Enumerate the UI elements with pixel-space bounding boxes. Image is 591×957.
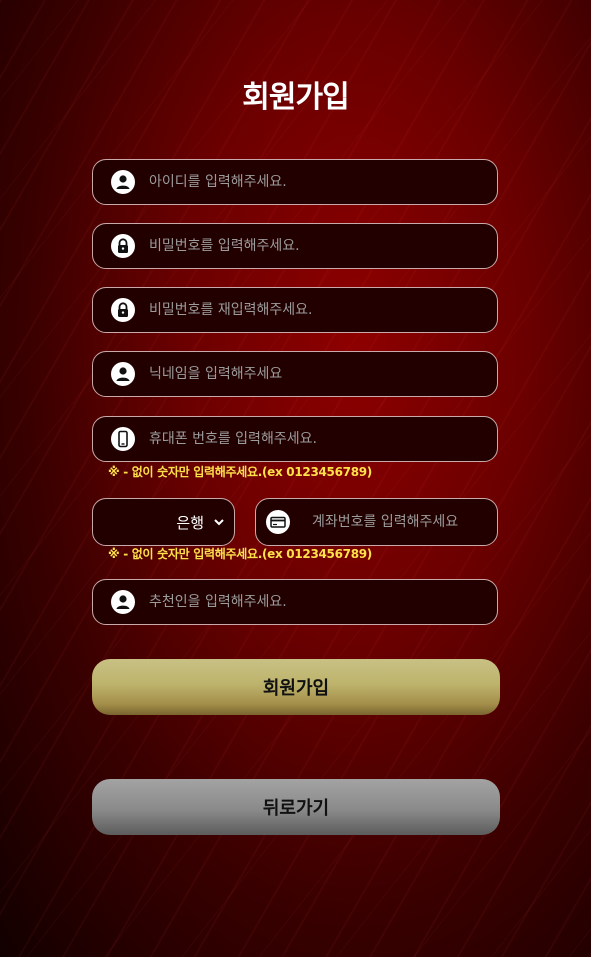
page-title: 회원가입 (242, 80, 349, 115)
lock-icon (111, 234, 135, 258)
referrer-field[interactable] (92, 579, 498, 625)
card-icon (266, 510, 290, 534)
password-confirm-input[interactable] (149, 302, 469, 318)
nickname-field[interactable] (92, 351, 498, 397)
account-notice: ※ - 없이 숫자만 입력해주세요.(ex 0123456789) (108, 547, 372, 561)
password-field[interactable] (92, 223, 498, 269)
nickname-input[interactable] (149, 366, 469, 382)
account-input[interactable] (312, 514, 482, 530)
bank-select[interactable]: 은행 (92, 498, 235, 546)
phone-icon (111, 427, 135, 451)
user-id-input[interactable] (149, 174, 469, 190)
user-icon (111, 362, 135, 386)
lock-icon (111, 298, 135, 322)
join-button[interactable]: 회원가입 (92, 659, 500, 715)
password-input[interactable] (149, 238, 469, 254)
phone-notice: ※ - 없이 숫자만 입력해주세요.(ex 0123456789) (108, 465, 372, 479)
account-field[interactable] (255, 498, 498, 546)
password-confirm-field[interactable] (92, 287, 498, 333)
phone-field[interactable] (92, 416, 498, 462)
bank-select-value: 은행 (176, 513, 204, 532)
chevron-down-icon (214, 516, 224, 529)
user-id-field[interactable] (92, 159, 498, 205)
referrer-input[interactable] (149, 594, 469, 610)
user-icon (111, 170, 135, 194)
user-icon (111, 590, 135, 614)
back-button[interactable]: 뒤로가기 (92, 779, 500, 835)
phone-input[interactable] (149, 431, 469, 447)
